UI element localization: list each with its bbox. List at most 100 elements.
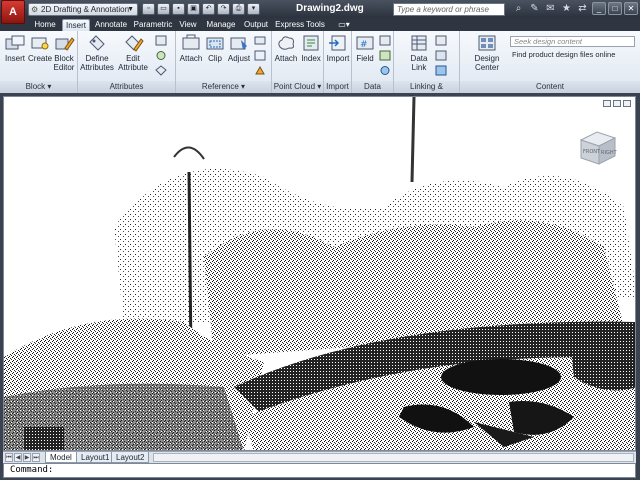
- insert-block-icon: [5, 35, 25, 50]
- panel-title-point-cloud[interactable]: Point Cloud ▾: [272, 81, 323, 93]
- reference-attach-button[interactable]: Attach: [178, 34, 204, 63]
- viewport-close-button[interactable]: [623, 100, 631, 107]
- tools-icon[interactable]: ✎: [528, 2, 541, 15]
- hyperlink-icon[interactable]: [379, 65, 391, 76]
- ribbon-tab-bar: Home Insert Annotate Parametric View Man…: [0, 18, 640, 31]
- layout-tab-model[interactable]: Model: [45, 452, 77, 463]
- workspace-selector[interactable]: ⚙ 2D Drafting & Annotation ▼: [28, 3, 138, 16]
- field-button[interactable]: # Field: [354, 34, 376, 63]
- point-cloud-scan: [4, 97, 635, 450]
- horizontal-scrollbar[interactable]: [153, 453, 634, 462]
- data-link-label-2: Link: [411, 63, 427, 72]
- insert-button[interactable]: Insert: [3, 34, 27, 63]
- design-center-button[interactable]: Design Center: [462, 34, 512, 72]
- design-center-icon: [478, 35, 496, 51]
- define-attributes-button[interactable]: Define Attributes: [80, 34, 114, 72]
- title-bar: A ⚙ 2D Drafting & Annotation ▼ ▫ ▭ ▪ ▣ ↶…: [0, 0, 640, 24]
- open-icon[interactable]: ▭: [157, 3, 170, 15]
- attach-reference-icon: [182, 34, 200, 50]
- snap-to-underlays-icon[interactable]: [254, 65, 266, 76]
- panel-data: # Field Data: [352, 31, 394, 93]
- block-editor-label-1: Block: [54, 54, 74, 63]
- last-layout-icon[interactable]: ⏭: [32, 453, 40, 462]
- panel-title-data: Data: [352, 81, 393, 93]
- clip-label: Clip: [208, 54, 222, 63]
- adjust-icon: [230, 37, 247, 50]
- update-fields-icon[interactable]: [379, 35, 391, 46]
- field-icon: #: [356, 36, 374, 50]
- create-block-icon: [31, 37, 49, 50]
- field-label: Field: [356, 54, 374, 63]
- underlay-layers-icon[interactable]: [254, 35, 266, 46]
- layout-tab-layout2[interactable]: Layout2: [111, 452, 150, 463]
- layout-tab-bar: ⏮ ◀ ▶ ⏭ Model Layout1 Layout2: [3, 451, 636, 463]
- block-editor-label-2: Editor: [53, 63, 75, 72]
- next-layout-icon[interactable]: ▶: [23, 453, 31, 462]
- first-layout-icon[interactable]: ⏮: [5, 453, 13, 462]
- application-menu-button[interactable]: A: [1, 0, 25, 24]
- edit-attribute-label-2: Attribute: [118, 63, 148, 72]
- tab-insert[interactable]: Insert: [62, 19, 90, 31]
- adjust-button[interactable]: Adjust: [226, 34, 252, 63]
- workspace-label: 2D Drafting & Annotation: [41, 5, 130, 14]
- save-as-icon[interactable]: ▣: [187, 3, 200, 15]
- minimize-button[interactable]: _: [592, 2, 606, 15]
- panel-title-reference[interactable]: Reference ▾: [176, 81, 271, 93]
- qat-dropdown-icon[interactable]: ▾: [247, 3, 260, 15]
- ole-object-icon[interactable]: [379, 50, 391, 61]
- manage-attributes-icon[interactable]: [155, 35, 167, 46]
- attribute-display-icon[interactable]: [155, 65, 167, 76]
- viewcube-right-label: RIGHT: [601, 150, 618, 156]
- favorites-icon[interactable]: ★: [560, 2, 573, 15]
- tab-express-tools[interactable]: Express Tools: [274, 19, 326, 31]
- exchange-icon[interactable]: ⇄: [576, 2, 589, 15]
- prev-layout-icon[interactable]: ◀: [14, 453, 22, 462]
- viewport-minimize-button[interactable]: [603, 100, 611, 107]
- tab-home[interactable]: Home: [30, 19, 60, 31]
- block-editor-button[interactable]: Block Editor: [52, 34, 76, 72]
- close-button[interactable]: ✕: [624, 2, 638, 15]
- tab-view[interactable]: View: [176, 19, 200, 31]
- tab-parametric[interactable]: Parametric: [132, 19, 174, 31]
- layout-tab-layout1[interactable]: Layout1: [76, 452, 115, 463]
- frames-icon[interactable]: [254, 50, 266, 61]
- point-cloud-attach-label: Attach: [274, 54, 298, 63]
- point-cloud-attach-button[interactable]: Attach: [274, 34, 298, 63]
- viewport-restore-button[interactable]: [613, 100, 621, 107]
- clip-button[interactable]: Clip: [204, 34, 226, 63]
- data-link-button[interactable]: Data Link: [406, 34, 432, 72]
- panel-title-import: Import: [324, 81, 351, 93]
- new-icon[interactable]: ▫: [142, 3, 155, 15]
- tab-annotate[interactable]: Annotate: [92, 19, 130, 31]
- seek-design-content-input[interactable]: Seek design content: [510, 36, 635, 47]
- search-input[interactable]: Type a keyword or phrase: [393, 3, 505, 16]
- layout-nav-arrows: ⏮ ◀ ▶ ⏭: [5, 453, 40, 462]
- search-icon[interactable]: ⌕: [512, 2, 525, 15]
- drawing-canvas[interactable]: FRONT RIGHT: [3, 96, 636, 451]
- import-button[interactable]: Import: [325, 34, 351, 63]
- viewcube[interactable]: FRONT RIGHT: [577, 128, 619, 168]
- edit-attribute-button[interactable]: Edit Attribute: [116, 34, 150, 72]
- command-prompt: Command:: [10, 465, 54, 475]
- tab-manage[interactable]: Manage: [204, 19, 238, 31]
- maximize-button[interactable]: □: [608, 2, 622, 15]
- communication-icon[interactable]: ✉: [544, 2, 557, 15]
- ribbon-minimize-icon[interactable]: ▭▾: [334, 19, 354, 31]
- plot-icon[interactable]: ⎙: [232, 3, 245, 15]
- tab-output[interactable]: Output: [240, 19, 272, 31]
- redo-icon[interactable]: ↷: [217, 3, 230, 15]
- download-source-icon[interactable]: [435, 50, 447, 61]
- find-online-link[interactable]: Find product design files online: [512, 50, 615, 59]
- extract-data-icon[interactable]: [435, 65, 447, 76]
- edit-attribute-label-1: Edit: [126, 54, 140, 63]
- command-line[interactable]: Command:: [3, 463, 636, 478]
- undo-icon[interactable]: ↶: [202, 3, 215, 15]
- panel-attributes: Define Attributes Edit Attribute Attribu…: [78, 31, 176, 93]
- create-block-button[interactable]: Create: [28, 34, 52, 63]
- sync-attributes-icon[interactable]: [155, 50, 167, 61]
- save-icon[interactable]: ▪: [172, 3, 185, 15]
- adjust-label: Adjust: [227, 54, 251, 63]
- upload-source-icon[interactable]: [435, 35, 447, 46]
- index-button[interactable]: Index: [299, 34, 323, 63]
- panel-title-block[interactable]: Block ▾: [0, 81, 77, 93]
